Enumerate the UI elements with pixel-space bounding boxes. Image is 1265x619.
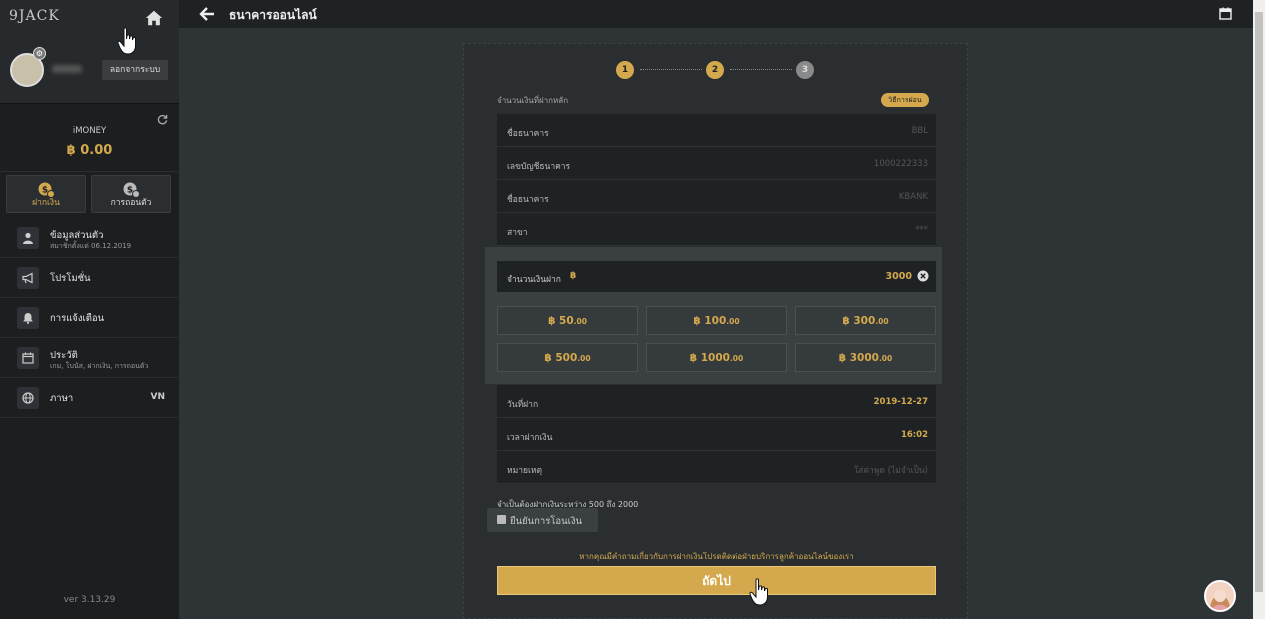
support-agent-icon <box>1206 582 1234 610</box>
deposit-button[interactable]: $ ฝากเงิน <box>6 175 86 213</box>
date-row[interactable]: วันที่ฝาก 2019-12-27 <box>497 385 936 418</box>
row-value: BBL <box>911 126 928 136</box>
home-icon[interactable] <box>145 9 163 27</box>
row-key: ชื่อธนาคาร <box>507 129 549 139</box>
row-value: 1000222333 <box>873 159 928 169</box>
remark-row[interactable]: หมายเหตุ ใส่ค่าพูด (ไม่จำเป็น) <box>497 451 936 484</box>
row-key: วันที่ฝาก <box>507 400 539 410</box>
confirm-transfer-checkbox[interactable]: ยืนยันการโอนเงิน <box>487 508 598 532</box>
row-key: เลขบัญชีธนาคาร <box>507 162 571 172</box>
globe-icon <box>17 387 39 409</box>
remark-placeholder: ใส่ค่าพูด (ไม่จำเป็น) <box>854 466 928 476</box>
amount-label: จำนวนเงินฝาก <box>507 275 561 285</box>
wallet-balance: ฿ 0.00 <box>66 143 113 158</box>
sidebar-menu: ข้อมูลส่วนตัว สมาชิกตั้งแต่ 06.12.2019 โ… <box>0 218 179 418</box>
withdraw-button[interactable]: $ การถอนตัว <box>91 175 171 213</box>
sidebar-item-history[interactable]: ประวัติ เกม, โบนัส, ฝากเงิน, การถอนตัว <box>0 338 179 378</box>
member-since: สมาชิกตั้งแต่ 06.12.2019 <box>50 242 132 250</box>
step-indicator: 1 2 3 <box>616 61 816 79</box>
row-key: สาขา <box>507 228 528 238</box>
calendar-icon[interactable] <box>1219 7 1232 20</box>
currency-symbol: ฿ <box>570 271 577 281</box>
username <box>52 65 82 73</box>
sidebar: 9JACK ⚙ ลอกจากระบบ iMONEY ฿ 0.00 $ ฝากเง… <box>0 0 179 619</box>
withdraw-label: การถอนตัว <box>110 198 152 208</box>
bank-row: ชื่อธนาคาร BBL <box>497 114 936 147</box>
next-button[interactable]: ถัดไป <box>497 566 936 595</box>
step-2: 2 <box>706 61 724 79</box>
page-scrollbar[interactable] <box>1253 0 1265 619</box>
scrollbar-thumb[interactable] <box>1255 12 1263 592</box>
deposit-date: 2019-12-27 <box>873 397 928 407</box>
row-key: หมายเหตุ <box>507 466 542 476</box>
sidebar-item-notifications[interactable]: การแจ้งเตือน <box>0 298 179 338</box>
bank-row: สาขา *** <box>497 213 936 246</box>
preset-amounts: ฿ 50.00 ฿ 100.00 ฿ 300.00 ฿ 500.00 ฿ 100… <box>497 306 936 372</box>
sidebar-item-language[interactable]: ภาษา VN <box>0 378 179 418</box>
howto-button[interactable]: วิธีการฝอน <box>881 93 929 107</box>
row-value: *** <box>915 225 928 235</box>
bank-row: ชื่อธนาคาร KBANK <box>497 180 936 213</box>
sidebar-header: 9JACK ⚙ ลอกจากระบบ <box>0 0 179 104</box>
confirm-label: ยืนยันการโอนเงิน <box>510 516 582 527</box>
live-chat-avatar[interactable] <box>1204 580 1236 612</box>
checkbox-icon <box>497 515 506 524</box>
language-value: VN <box>150 392 166 402</box>
step-1: 1 <box>616 61 634 79</box>
preset-button[interactable]: ฿ 100.00 <box>646 306 787 335</box>
wallet-panel: iMONEY ฿ 0.00 <box>0 104 179 172</box>
sidebar-item-label: โปรโมชั่น <box>50 273 91 284</box>
top-bar: ธนาคารออนไลน์ <box>179 0 1253 28</box>
history-sub: เกม, โบนัส, ฝากเงิน, การถอนตัว <box>50 362 149 370</box>
clear-icon[interactable] <box>917 270 929 282</box>
back-arrow-icon[interactable] <box>199 6 215 22</box>
megaphone-icon <box>17 267 39 289</box>
sidebar-item-label: ภาษา <box>50 393 74 404</box>
time-row[interactable]: เวลาฝากเงิน 16:02 <box>497 418 936 451</box>
wallet-label: iMONEY <box>72 126 107 136</box>
amount-value: 3000 <box>885 271 912 282</box>
deposit-label: ฝากเงิน <box>32 198 60 208</box>
bank-row: เลขบัญชีธนาคาร 1000222333 <box>497 147 936 180</box>
avatar-settings-icon[interactable]: ⚙ <box>33 47 46 60</box>
deposit-time: 16:02 <box>900 430 928 440</box>
row-key: ชื่อธนาคาร <box>507 195 549 205</box>
sidebar-item-profile[interactable]: ข้อมูลส่วนตัว สมาชิกตั้งแต่ 06.12.2019 <box>0 218 179 258</box>
row-key: เวลาฝากเงิน <box>507 433 553 443</box>
hand-cursor-icon <box>117 27 136 55</box>
step-connector <box>730 69 792 70</box>
preset-button[interactable]: ฿ 50.00 <box>497 306 638 335</box>
step-connector <box>640 69 702 70</box>
row-value: KBANK <box>898 192 928 202</box>
section-label: จำนวนเงินที่ฝากหลัก <box>497 96 569 105</box>
logo[interactable]: 9JACK <box>9 8 60 24</box>
preset-button[interactable]: ฿ 500.00 <box>497 343 638 372</box>
preset-button[interactable]: ฿ 3000.00 <box>795 343 936 372</box>
app-version: ver 3.13.29 <box>63 595 116 605</box>
sidebar-item-promotions[interactable]: โปรโมชั่น <box>0 258 179 298</box>
bank-info: ชื่อธนาคาร BBL เลขบัญชีธนาคาร 1000222333 ช… <box>497 114 936 246</box>
deposit-details: วันที่ฝาก 2019-12-27 เวลาฝากเงิน 16:02 หมา… <box>497 385 936 484</box>
calendar-icon <box>17 347 39 369</box>
logout-button[interactable]: ลอกจากระบบ <box>102 60 168 80</box>
step-3: 3 <box>796 61 814 79</box>
sidebar-item-label: การแจ้งเตือน <box>50 313 105 324</box>
bell-icon <box>17 307 39 329</box>
wallet-actions: $ ฝากเงิน $ การถอนตัว <box>6 175 171 213</box>
contact-note: หากคุณมีคำถามเกี่ยวกับการฝากเงินโปรดติดต… <box>579 552 854 561</box>
hand-cursor-icon <box>749 578 768 606</box>
user-icon <box>17 227 39 249</box>
refresh-icon[interactable] <box>157 114 168 125</box>
amount-input[interactable]: จำนวนเงินฝาก ฿ 3000 <box>497 261 936 292</box>
preset-button[interactable]: ฿ 1000.00 <box>646 343 787 372</box>
page-title: ธนาคารออนไลน์ <box>229 8 317 22</box>
preset-button[interactable]: ฿ 300.00 <box>795 306 936 335</box>
